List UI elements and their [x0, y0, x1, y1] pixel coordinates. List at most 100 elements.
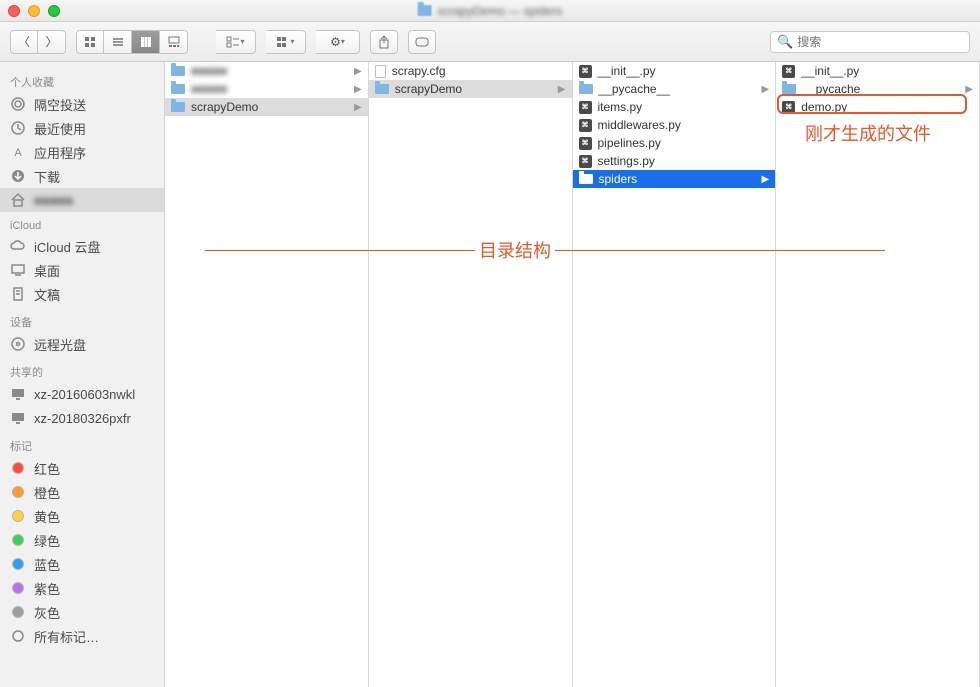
desktop-icon: [10, 262, 26, 278]
sidebar-item[interactable]: 文稿: [0, 282, 164, 306]
alltags-icon: [10, 628, 26, 644]
sidebar-item-label: 所有标记…: [34, 627, 99, 646]
search-box[interactable]: 🔍: [770, 31, 970, 53]
sidebar-section-header: 共享的: [0, 356, 164, 382]
list-item[interactable]: ⌘middlewares.py: [573, 116, 776, 134]
python-file-icon: ⌘: [579, 137, 592, 150]
sidebar-item[interactable]: ■■■■■: [0, 188, 164, 212]
item-label: ■■■■■: [191, 82, 227, 96]
python-file-icon: ⌘: [579, 65, 592, 78]
item-label: scrapyDemo: [191, 100, 258, 114]
sidebar-item[interactable]: 所有标记…: [0, 624, 164, 648]
sidebar-item[interactable]: 灰色: [0, 600, 164, 624]
finder-column: ■■■■■▶■■■■■▶scrapyDemo▶: [165, 62, 369, 687]
sidebar-section-header: iCloud: [0, 212, 164, 234]
folder-icon: [171, 66, 185, 76]
sidebar-item-label: 最近使用: [34, 119, 86, 138]
gallery-view-button[interactable]: [160, 30, 188, 54]
tags-button[interactable]: [408, 30, 436, 54]
list-item[interactable]: ⌘demo.py: [776, 98, 979, 116]
sidebar-item-label: 文稿: [34, 285, 60, 304]
chevron-right-icon: ▶: [762, 174, 770, 185]
monitor-icon: [10, 410, 26, 426]
icon-view-button[interactable]: [76, 30, 104, 54]
sidebar-item[interactable]: 桌面: [0, 258, 164, 282]
list-item[interactable]: ■■■■■▶: [165, 80, 368, 98]
list-item[interactable]: spiders▶: [573, 170, 776, 188]
list-item[interactable]: scrapyDemo▶: [165, 98, 368, 116]
sidebar-item-label: 绿色: [34, 531, 60, 550]
list-item[interactable]: ⌘ __init__.py: [776, 62, 979, 80]
group-button[interactable]: ▾: [266, 30, 306, 54]
list-item[interactable]: scrapy.cfg: [369, 62, 572, 80]
sidebar-item[interactable]: 黄色: [0, 504, 164, 528]
sidebar-item[interactable]: 隔空投送: [0, 92, 164, 116]
action-button[interactable]: ⚙ ▾: [316, 30, 360, 54]
python-file-icon: ⌘: [782, 65, 795, 78]
tag-icon: [415, 36, 429, 48]
sidebar-item[interactable]: 紫色: [0, 576, 164, 600]
sidebar-item[interactable]: iCloud 云盘: [0, 234, 164, 258]
list-view-button[interactable]: [104, 30, 132, 54]
nav-group: 〈 〉: [10, 30, 66, 54]
item-label: middlewares.py: [598, 118, 681, 132]
folder-icon: [782, 84, 796, 94]
sidebar-item[interactable]: 最近使用: [0, 116, 164, 140]
item-label: demo.py: [801, 100, 847, 114]
list-item[interactable]: ⌘items.py: [573, 98, 776, 116]
sidebar-item[interactable]: xz-20180326pxfr: [0, 406, 164, 430]
close-icon[interactable]: [8, 5, 20, 17]
finder-column: ⌘ __init__.py __pycache__▶⌘demo.py: [776, 62, 980, 687]
python-file-icon: ⌘: [579, 101, 592, 114]
list-item[interactable]: ⌘__init__.py: [573, 62, 776, 80]
back-button[interactable]: 〈: [10, 30, 38, 54]
sidebar-item[interactable]: xz-20160603nwkl: [0, 382, 164, 406]
file-icon: [375, 65, 386, 78]
minimize-icon[interactable]: [28, 5, 40, 17]
view-group: [76, 30, 188, 54]
list-item[interactable]: scrapyDemo▶: [369, 80, 572, 98]
sidebar-item[interactable]: 红色: [0, 456, 164, 480]
dot-icon: [10, 604, 26, 620]
arrange-icon: [226, 36, 240, 48]
dot-icon: [10, 556, 26, 572]
dot-icon: [10, 532, 26, 548]
list-item[interactable]: ■■■■■▶: [165, 62, 368, 80]
sidebar-section-header: 标记: [0, 430, 164, 456]
sidebar-item-label: 应用程序: [34, 143, 86, 162]
python-file-icon: ⌘: [579, 155, 592, 168]
sidebar-item[interactable]: 下载: [0, 164, 164, 188]
arrange-group: ▾: [216, 30, 256, 54]
sidebar-item[interactable]: 橙色: [0, 480, 164, 504]
list-item[interactable]: ⌘pipelines.py: [573, 134, 776, 152]
column-browser: ■■■■■▶■■■■■▶scrapyDemo▶scrapy.cfgscrapyD…: [165, 62, 980, 687]
sidebar-section-header: 设备: [0, 306, 164, 332]
group-button-group: ▾: [266, 30, 306, 54]
arrange-button[interactable]: ▾: [216, 30, 256, 54]
sidebar-item[interactable]: A 应用程序: [0, 140, 164, 164]
group-icon: [276, 36, 290, 48]
title-text: scrapyDemo — spiders: [438, 4, 563, 18]
search-input[interactable]: [797, 35, 963, 49]
sidebar-item[interactable]: 远程光盘: [0, 332, 164, 356]
titlebar: scrapyDemo — spiders: [0, 0, 980, 22]
monitor-icon: [10, 386, 26, 402]
share-button[interactable]: [370, 30, 398, 54]
forward-button[interactable]: 〉: [38, 30, 66, 54]
list-item[interactable]: __pycache__▶: [776, 80, 979, 98]
docs-icon: [10, 286, 26, 302]
list-item[interactable]: __pycache__▶: [573, 80, 776, 98]
item-label: __pycache__: [599, 82, 670, 96]
column-view-button[interactable]: [132, 30, 160, 54]
item-label: __init__.py: [801, 64, 859, 78]
sidebar-item-label: 蓝色: [34, 555, 60, 574]
dot-icon: [10, 580, 26, 596]
sidebar-item-label: 紫色: [34, 579, 60, 598]
sidebar-item[interactable]: 绿色: [0, 528, 164, 552]
sidebar-item[interactable]: 蓝色: [0, 552, 164, 576]
list-item[interactable]: ⌘settings.py: [573, 152, 776, 170]
cloud-icon: [10, 238, 26, 254]
apps-icon: A: [10, 144, 26, 160]
folder-icon: [418, 5, 432, 16]
zoom-icon[interactable]: [48, 5, 60, 17]
